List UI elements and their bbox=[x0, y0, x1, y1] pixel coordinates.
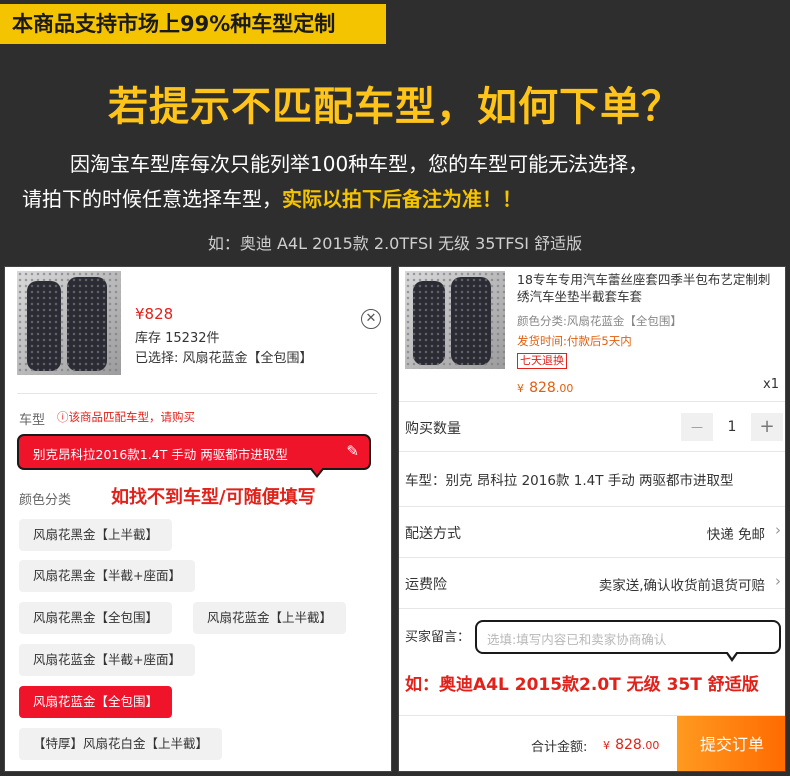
unit-price: ¥ 828.00 bbox=[517, 377, 573, 396]
banner-line-2-highlight: 实际以拍下后备注为准！！ bbox=[282, 187, 522, 211]
car-model-warning: ⓘ该商品匹配车型，请购买 bbox=[57, 410, 195, 424]
qty-multiplier: x1 bbox=[763, 377, 779, 392]
qty-plus-button[interactable]: + bbox=[751, 413, 783, 441]
insurance-row[interactable]: 运费险 卖家送,确认收货前退货可赔 › bbox=[399, 559, 785, 609]
return-badge: 七天退换 bbox=[517, 353, 567, 369]
total-dec: .00 bbox=[641, 739, 660, 752]
unit-price-dec: .00 bbox=[555, 382, 574, 395]
car-model-field[interactable]: 别克昂科拉2016款1.4T 手动 两驱都市进取型 ✎ bbox=[17, 434, 371, 470]
qty-value[interactable]: 1 bbox=[717, 413, 747, 441]
total-int: 828 bbox=[615, 737, 642, 753]
edit-pencil-icon[interactable]: ✎ bbox=[346, 442, 359, 460]
order-car-model: 车型：别克 昂科拉 2016款 1.4T 手动 两驱都市进取型 bbox=[405, 473, 734, 489]
total-label: 合计金额: bbox=[531, 740, 588, 755]
order-confirm-panel: 18专车专用汽车蕾丝座套四季半包布艺定制刺绣汽车坐垫半截套车套 颜色分类:风扇花… bbox=[398, 266, 786, 772]
option-chip[interactable]: 【特厚】风扇花白金【上半截】 bbox=[19, 728, 223, 760]
qty-minus-button[interactable]: — bbox=[681, 413, 713, 441]
banner-headline: 若提示不匹配车型，如何下单？ bbox=[108, 84, 682, 130]
message-callout-tail-fill bbox=[727, 651, 737, 658]
unit-price-int: 828 bbox=[529, 380, 556, 396]
option-chip[interactable]: 风扇花蓝金【上半截】 bbox=[193, 602, 347, 634]
product-title: 18专车专用汽车蕾丝座套四季半包布艺定制刺绣汽车坐垫半截套车套 bbox=[517, 272, 771, 304]
qty-label: 购买数量 bbox=[405, 421, 461, 437]
checkout-bar: 合计金额: ¥ 828.00 提交订单 bbox=[399, 715, 785, 771]
shipping-label: 配送方式 bbox=[405, 526, 461, 542]
sku-selected: 已选择: 风扇花蓝金【全包围】 bbox=[135, 351, 313, 366]
submit-order-button[interactable]: 提交订单 bbox=[677, 716, 785, 771]
qty-row: 购买数量 — 1 + bbox=[399, 402, 785, 452]
shipping-value: 快递 免邮 bbox=[706, 527, 765, 543]
product-thumbnail bbox=[405, 271, 505, 369]
support-badge: 本商品支持市场上99%种车型定制 bbox=[0, 4, 386, 44]
ship-time: 发货时间:付款后5天内 bbox=[517, 334, 632, 348]
option-chip[interactable]: 风扇花黑金【半截+座面】 bbox=[19, 560, 195, 592]
message-row: 买家留言： 选填:填写内容已和卖家协商确认 如：奥迪A4L 2015款2.0T … bbox=[399, 610, 785, 710]
callout-tail-fill bbox=[311, 467, 323, 475]
banner-line-1: 因淘宝车型库每次只能列举100种车型，您的车型可能无法选择， bbox=[70, 152, 649, 176]
promo-banner: 本商品支持市场上99%种车型定制 若提示不匹配车型，如何下单？ 因淘宝车型库每次… bbox=[0, 0, 790, 262]
option-chip[interactable]: 风扇花黑金【上半截】 bbox=[19, 519, 173, 551]
car-model-value: 别克昂科拉2016款1.4T 手动 两驱都市进取型 bbox=[33, 447, 288, 462]
option-chip[interactable]: 风扇花黑金【全包围】 bbox=[19, 602, 173, 634]
total-symbol: ¥ bbox=[603, 739, 610, 752]
insurance-label: 运费险 bbox=[405, 577, 447, 593]
close-icon[interactable]: ✕ bbox=[361, 309, 381, 329]
shipping-row[interactable]: 配送方式 快递 免邮 › bbox=[399, 508, 785, 558]
product-color-spec: 颜色分类:风扇花蓝金【全包围】 bbox=[517, 314, 682, 328]
color-category-label: 颜色分类 bbox=[19, 493, 72, 508]
divider bbox=[17, 393, 377, 394]
message-input[interactable]: 选填:填写内容已和卖家协商确认 bbox=[475, 620, 781, 654]
message-placeholder: 选填:填写内容已和卖家协商确认 bbox=[487, 632, 667, 647]
car-model-label: 车型 bbox=[19, 413, 46, 428]
sku-selector-panel: ¥828 库存 15232件 已选择: 风扇花蓝金【全包围】 ✕ 车型 ⓘ该商品… bbox=[4, 266, 392, 772]
message-example: 如：奥迪A4L 2015款2.0T 无级 35T 舒适版 bbox=[405, 675, 759, 695]
sku-price: ¥828 bbox=[135, 305, 174, 323]
banner-line-2: 请拍下的时候任意选择车型，实际以拍下后备注为准！！ bbox=[22, 183, 522, 212]
insurance-value: 卖家送,确认收货前退货可赔 bbox=[598, 578, 765, 594]
car-model-row: 车型：别克 昂科拉 2016款 1.4T 手动 两驱都市进取型 bbox=[399, 453, 785, 507]
total-amount: ¥ 828.00 bbox=[603, 734, 659, 753]
chevron-right-icon: › bbox=[775, 572, 781, 590]
unit-price-symbol: ¥ bbox=[517, 382, 524, 395]
sku-stock: 库存 15232件 bbox=[135, 331, 220, 346]
option-chip[interactable]: 风扇花蓝金【半截+座面】 bbox=[19, 644, 195, 676]
message-label: 买家留言： bbox=[405, 630, 471, 645]
option-chip-selected[interactable]: 风扇花蓝金【全包围】 bbox=[19, 686, 173, 718]
chevron-right-icon: › bbox=[775, 521, 781, 539]
banner-example: 如：奥迪 A4L 2015款 2.0TFSI 无级 35TFSI 舒适版 bbox=[207, 234, 583, 253]
product-thumbnail bbox=[17, 271, 121, 375]
fill-in-callout: 如找不到车型/可随便填写 bbox=[111, 487, 316, 508]
banner-line-2-prefix: 请拍下的时候任意选择车型， bbox=[22, 187, 282, 211]
